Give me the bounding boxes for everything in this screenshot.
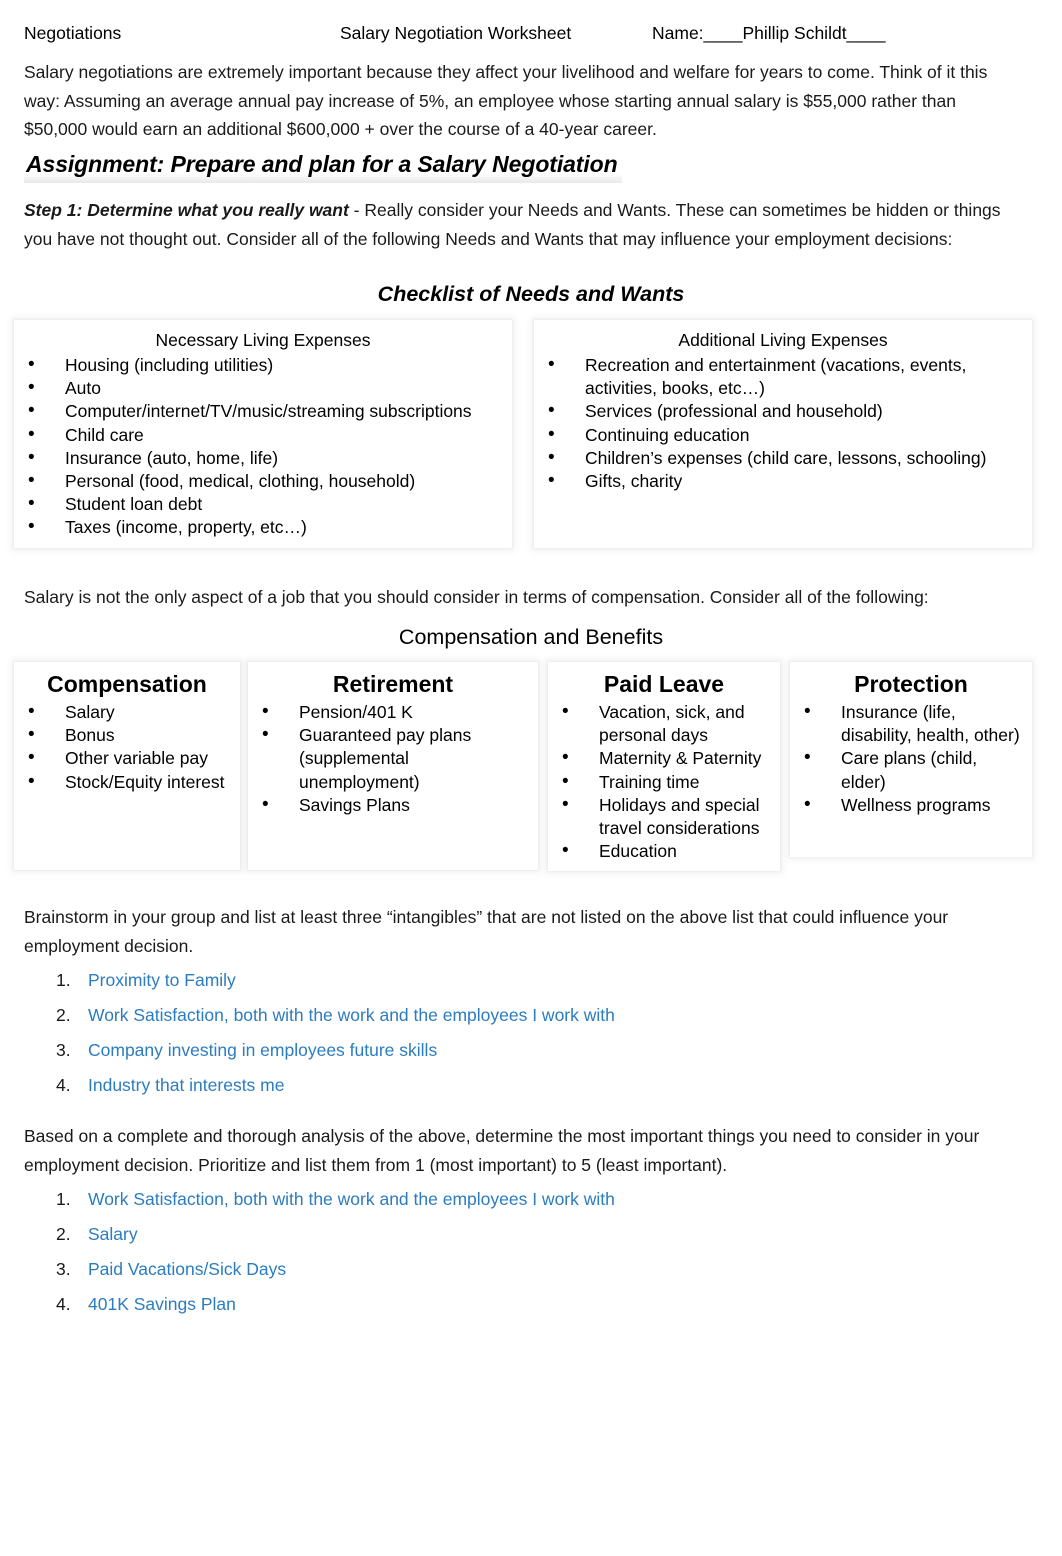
list-item: Recreation and entertainment (vacations,… (542, 353, 1024, 400)
retirement-list: Pension/401 K Guaranteed pay plans (supp… (256, 700, 530, 817)
list-number: 4. (56, 1294, 71, 1314)
compensation-column-title: Compensation (47, 671, 207, 697)
priority-answer-row[interactable]: 2. Salary (0, 1217, 960, 1252)
list-item: Personal (food, medical, clothing, house… (22, 469, 504, 493)
list-number: 3. (56, 1040, 71, 1060)
list-number: 4. (56, 1075, 71, 1095)
list-item: Children’s expenses (child care, lessons… (542, 446, 1024, 470)
compensation-column-title: Protection (854, 671, 968, 697)
checklist-column-gap (512, 320, 534, 548)
answer-text[interactable]: 401K Savings Plan (88, 1294, 236, 1314)
compensation-list: Salary Bonus Other variable pay Stock/Eq… (22, 700, 232, 794)
checklist-cell-additional: Additional Living Expenses Recreation an… (534, 320, 1032, 548)
checklist-table: Necessary Living Expenses Housing (inclu… (14, 320, 1032, 548)
list-number: 3. (56, 1259, 71, 1279)
list-item: Vacation, sick, and personal days (556, 700, 772, 747)
list-number: 2. (56, 1005, 71, 1025)
list-item: Holidays and special travel consideratio… (556, 793, 772, 840)
header-name-field: Name:____Phillip Schildt____ (652, 23, 886, 43)
answer-text[interactable]: Company investing in employees future sk… (88, 1040, 437, 1060)
document-header: Negotiations Salary Negotiation Workshee… (24, 20, 1038, 46)
list-item: Child care (22, 423, 504, 447)
list-item: Taxes (income, property, etc…) (22, 515, 504, 539)
header-worksheet-title: Salary Negotiation Worksheet (340, 23, 572, 43)
list-item: Computer/internet/TV/music/streaming sub… (22, 399, 504, 423)
checklist-additional-list: Recreation and entertainment (vacations,… (542, 353, 1024, 493)
list-item: Maternity & Paternity (556, 746, 772, 770)
list-item: Other variable pay (22, 746, 232, 770)
compensation-heading: Compensation and Benefits (398, 625, 664, 649)
intangibles-answer-row[interactable]: 2. Work Satisfaction, both with the work… (0, 998, 960, 1033)
list-item: Salary (22, 700, 232, 724)
compensation-column-title: Retirement (332, 671, 454, 697)
list-item: Insurance (auto, home, life) (22, 446, 504, 470)
brainstorm-prompt: Brainstorm in your group and list at lea… (24, 907, 949, 956)
checklist-column-title: Additional Living Expenses (678, 330, 888, 350)
answer-text[interactable]: Salary (88, 1224, 138, 1244)
compensation-column-title: Paid Leave (603, 671, 725, 697)
compensation-cell-compensation: Compensation Salary Bonus Other variable… (14, 662, 240, 870)
list-item: Continuing education (542, 423, 1024, 447)
checklist-heading: Checklist of Needs and Wants (377, 282, 685, 306)
paid-leave-list: Vacation, sick, and personal days Matern… (556, 700, 772, 863)
header-course-label: Negotiations (24, 23, 122, 43)
priority-prompt: Based on a complete and thorough analysi… (24, 1126, 980, 1175)
compensation-cell-retirement: Retirement Pension/401 K Guaranteed pay … (248, 662, 538, 870)
list-item: Guaranteed pay plans (supplemental unemp… (256, 723, 530, 794)
answer-text[interactable]: Industry that interests me (88, 1075, 284, 1095)
list-item: Education (556, 839, 772, 863)
list-item: Care plans (child, elder) (798, 746, 1024, 793)
answer-text[interactable]: Proximity to Family (88, 970, 236, 990)
list-item: Student loan debt (22, 492, 504, 516)
intangibles-answer-row[interactable]: 3. Company investing in employees future… (0, 1033, 960, 1068)
list-item: Bonus (22, 723, 232, 747)
intangibles-answer-row[interactable]: 1. Proximity to Family (0, 963, 960, 998)
priority-answer-row[interactable]: 3. Paid Vacations/Sick Days (0, 1252, 960, 1287)
list-item: Stock/Equity interest (22, 770, 232, 794)
list-item: Services (professional and household) (542, 399, 1024, 423)
priority-answer-list: 1. Work Satisfaction, both with the work… (0, 1182, 960, 1322)
list-item: Insurance (life, disability, health, oth… (798, 700, 1024, 747)
worksheet-page: Negotiations Salary Negotiation Workshee… (0, 0, 1062, 1556)
checklist-necessary-list: Housing (including utilities) Auto Compu… (22, 353, 504, 540)
checklist-cell-necessary: Necessary Living Expenses Housing (inclu… (14, 320, 512, 548)
step1-label: Step 1: Determine what you really want (24, 200, 349, 220)
answer-text[interactable]: Work Satisfaction, both with the work an… (88, 1189, 615, 1209)
compensation-cell-protection: Protection Insurance (life, disability, … (790, 662, 1032, 857)
assignment-heading: Assignment: Prepare and plan for a Salar… (24, 148, 622, 183)
list-item: Savings Plans (256, 793, 530, 817)
list-number: 2. (56, 1224, 71, 1244)
list-item: Auto (22, 376, 504, 400)
answer-text[interactable]: Work Satisfaction, both with the work an… (88, 1005, 615, 1025)
step1-paragraph: Step 1: Determine what you really want -… (24, 196, 1024, 253)
compensation-table: Compensation Salary Bonus Other variable… (14, 662, 1032, 872)
list-number: 1. (56, 970, 71, 990)
list-item: Training time (556, 770, 772, 794)
priority-answer-row[interactable]: 4. 401K Savings Plan (0, 1287, 960, 1322)
list-item: Housing (including utilities) (22, 353, 504, 377)
list-item: Wellness programs (798, 793, 1024, 817)
protection-list: Insurance (life, disability, health, oth… (798, 700, 1024, 817)
checklist-column-title: Necessary Living Expenses (155, 330, 371, 350)
intangibles-answer-list: 1. Proximity to Family 2. Work Satisfact… (0, 963, 960, 1103)
list-item: Pension/401 K (256, 700, 530, 724)
compensation-intro-paragraph: Salary is not the only aspect of a job t… (24, 587, 929, 607)
list-item: Gifts, charity (542, 469, 1024, 493)
list-number: 1. (56, 1189, 71, 1209)
intro-paragraph: Salary negotiations are extremely import… (24, 62, 988, 139)
intangibles-answer-row[interactable]: 4. Industry that interests me (0, 1068, 960, 1103)
priority-answer-row[interactable]: 1. Work Satisfaction, both with the work… (0, 1182, 960, 1217)
compensation-cell-paid-leave: Paid Leave Vacation, sick, and personal … (548, 662, 780, 872)
answer-text[interactable]: Paid Vacations/Sick Days (88, 1259, 286, 1279)
